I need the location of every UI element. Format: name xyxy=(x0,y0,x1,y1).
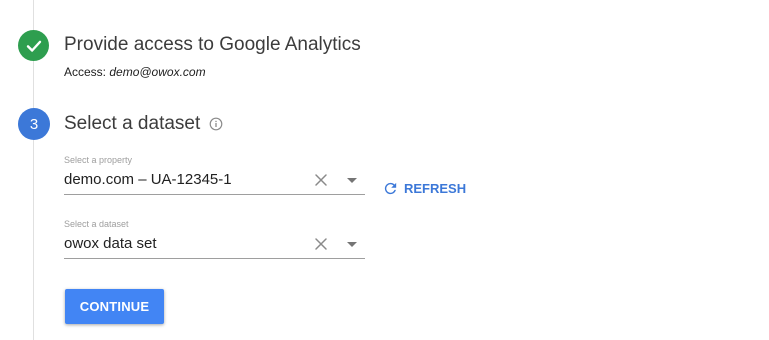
clear-dataset-icon[interactable] xyxy=(314,237,328,251)
step-completed-badge xyxy=(18,30,49,61)
chevron-down-icon[interactable] xyxy=(347,178,357,183)
clear-property-icon[interactable] xyxy=(314,173,328,187)
refresh-label: REFRESH xyxy=(404,180,467,196)
step-title-dataset: Select a dataset xyxy=(64,113,223,135)
step-number-badge: 3 xyxy=(18,108,50,140)
dataset-select-label: Select a dataset xyxy=(64,219,129,229)
info-icon[interactable] xyxy=(209,117,223,131)
step-title-dataset-label: Select a dataset xyxy=(64,113,201,134)
refresh-button[interactable]: REFRESH xyxy=(382,177,466,199)
access-info: Access: demo@owox.com xyxy=(64,65,206,79)
continue-button[interactable]: CONTINUE xyxy=(65,289,164,324)
refresh-icon xyxy=(382,180,399,197)
property-select-value: demo.com – UA-12345-1 xyxy=(64,171,232,188)
dataset-select[interactable]: Select a dataset owox data set xyxy=(64,218,365,259)
access-email: demo@owox.com xyxy=(109,65,206,79)
dataset-select-input[interactable]: owox data set xyxy=(64,230,365,259)
property-select-input[interactable]: demo.com – UA-12345-1 xyxy=(64,166,365,195)
chevron-down-icon[interactable] xyxy=(347,242,357,247)
property-select-label: Select a property xyxy=(64,155,133,165)
step-title-access: Provide access to Google Analytics xyxy=(64,34,361,55)
dataset-select-value: owox data set xyxy=(64,235,157,252)
access-label: Access: xyxy=(64,65,107,79)
property-select[interactable]: Select a property demo.com – UA-12345-1 xyxy=(64,154,365,195)
check-icon xyxy=(25,37,43,55)
